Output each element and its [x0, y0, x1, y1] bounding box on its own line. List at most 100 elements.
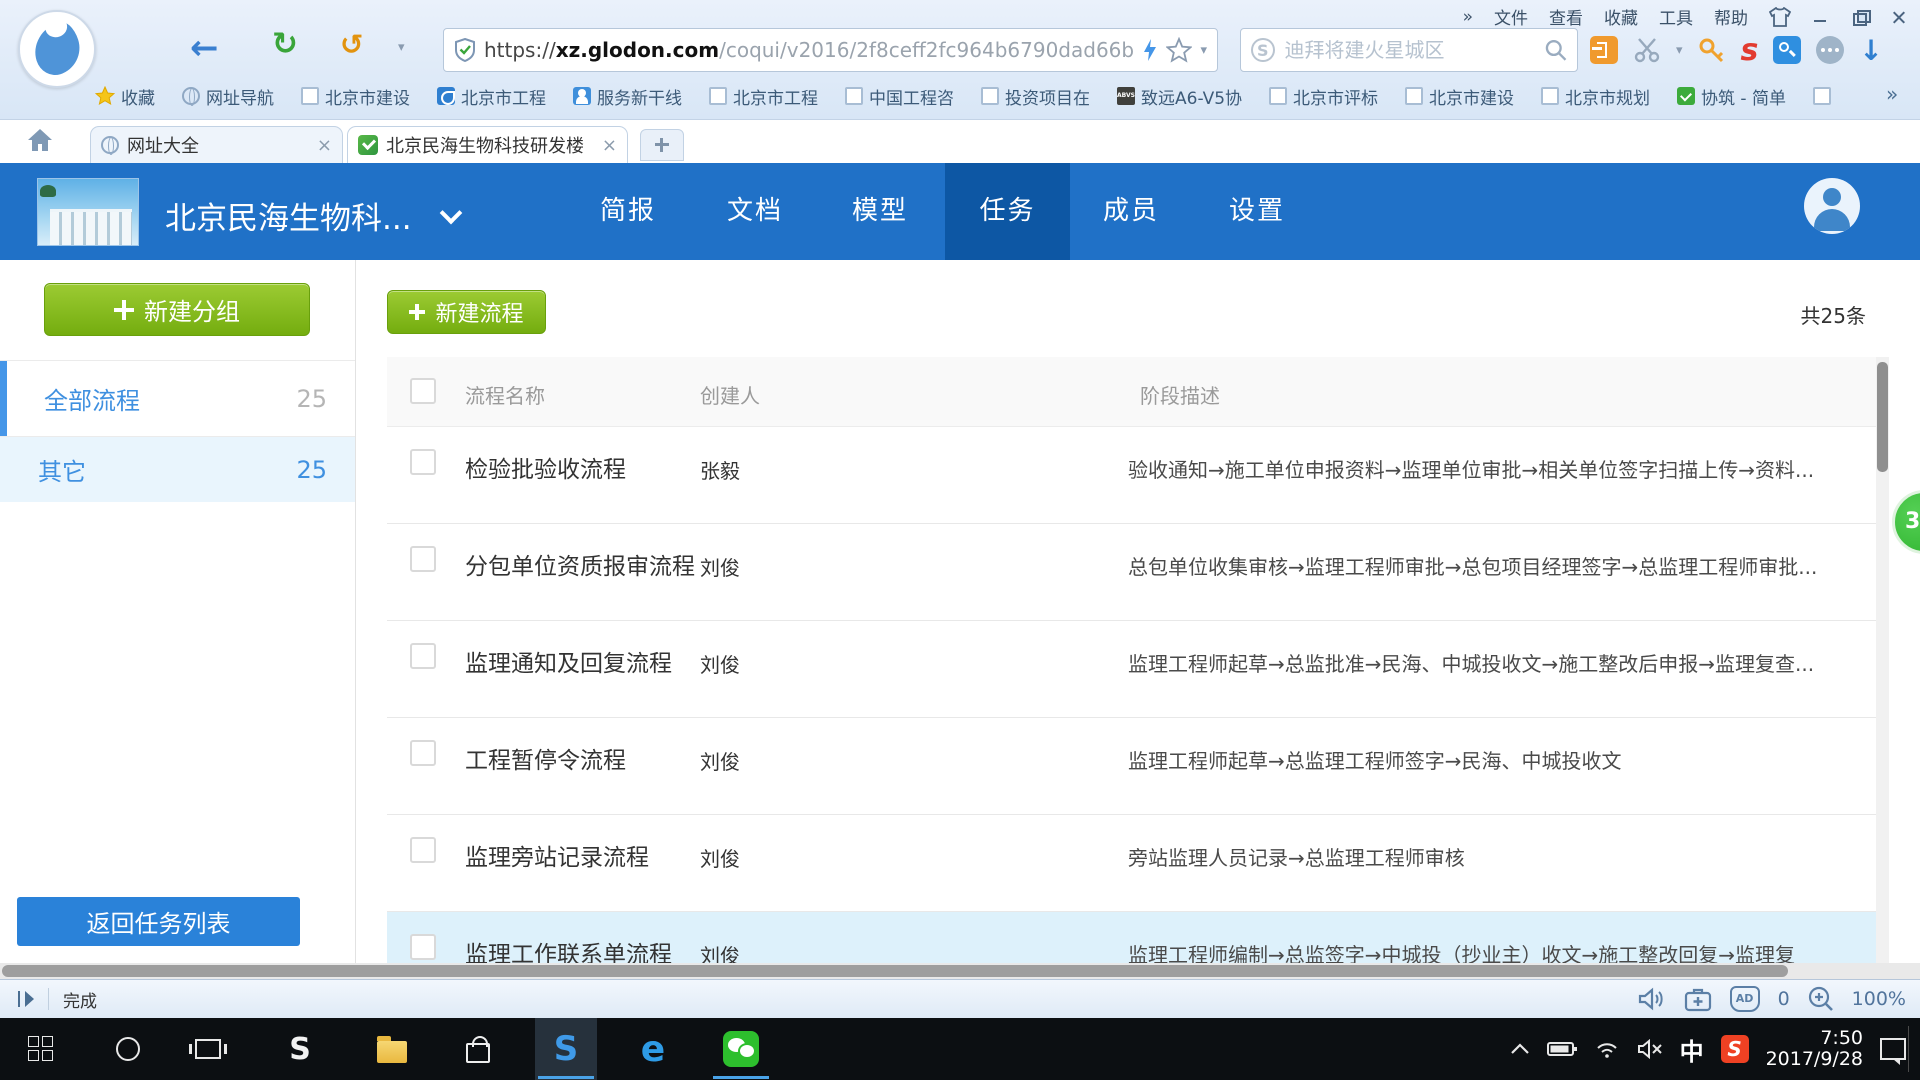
row-checkbox[interactable]	[410, 546, 436, 572]
menu-view[interactable]: 查看	[1549, 4, 1583, 29]
menu-help[interactable]: 帮助	[1714, 4, 1748, 29]
new-flow-button[interactable]: 新建流程	[387, 290, 546, 334]
flow-name[interactable]: 检验批验收流程	[465, 450, 626, 484]
undo-dropdown-icon[interactable]: ▾	[398, 40, 405, 55]
row-checkbox[interactable]	[410, 449, 436, 475]
more-tools-icon[interactable]	[1816, 36, 1844, 64]
table-row-highlighted[interactable]: 监理工作联系单流程 刘俊 监理工程师编制→总监签字→中城投（抄业主）收文→施工整…	[387, 912, 1886, 963]
search-input[interactable]	[1283, 37, 1536, 63]
sogou-browser-button[interactable]: S	[535, 1018, 597, 1080]
sidebar-toggle-icon[interactable]	[18, 991, 34, 1007]
flow-name[interactable]: 监理通知及回复流程	[465, 644, 672, 678]
nav-tasks[interactable]: 任务	[945, 163, 1070, 260]
row-checkbox[interactable]	[410, 740, 436, 766]
menu-file[interactable]: 文件	[1494, 4, 1528, 29]
ime-indicator[interactable]: 中	[1680, 1032, 1704, 1067]
back-to-tasks-button[interactable]: 返回任务列表	[17, 897, 300, 946]
flow-name[interactable]: 工程暂停令流程	[465, 741, 626, 775]
tray-expand-icon[interactable]	[1510, 1043, 1530, 1055]
row-checkbox[interactable]	[410, 643, 436, 669]
flow-name[interactable]: 监理旁站记录流程	[465, 838, 649, 872]
back-button[interactable]: ←	[190, 28, 219, 68]
close-button[interactable]	[1890, 10, 1908, 24]
bookmark-item[interactable]: 投资项目在	[981, 84, 1090, 109]
scissors-dropdown-icon[interactable]: ▾	[1676, 43, 1683, 58]
table-row[interactable]: 监理旁站记录流程 刘俊 旁站监理人员记录→总监理工程师审核	[387, 815, 1886, 912]
tab-close-icon[interactable]: ×	[317, 135, 332, 156]
nav-briefing[interactable]: 简报	[578, 163, 678, 260]
bookmark-item[interactable]: 北京市工程	[709, 84, 818, 109]
chevron-down-icon[interactable]	[443, 205, 461, 223]
bookmark-item[interactable]: 致远A6-V5协	[1117, 84, 1242, 109]
flow-name[interactable]: 分包单位资质报审流程	[465, 547, 695, 581]
bookmark-item[interactable]: 中国工程咨	[845, 84, 954, 109]
zoom-level[interactable]: 100%	[1852, 988, 1906, 1010]
favorite-star-icon[interactable]	[1166, 37, 1192, 63]
sidebar-item-other[interactable]: 其它 25	[0, 437, 355, 502]
scrollbar-thumb[interactable]	[1877, 362, 1888, 472]
zoom-icon[interactable]	[1808, 986, 1834, 1012]
speaker-icon[interactable]	[1638, 987, 1666, 1011]
notification-badge[interactable]: 37	[1892, 490, 1920, 554]
bookmark-item[interactable]: 北京市建设	[1405, 84, 1514, 109]
home-icon[interactable]	[26, 127, 54, 153]
new-group-button[interactable]: 新建分组	[44, 283, 310, 336]
bookmarks-overflow-icon[interactable]: »	[1886, 82, 1898, 106]
table-row[interactable]: 检验批验收流程 张毅 验收通知→施工单位申报资料→监理单位审批→相关单位签字扫描…	[387, 427, 1886, 524]
refresh-button[interactable]: ↻	[272, 26, 298, 62]
bookmark-favorites[interactable]: 收藏	[95, 84, 155, 109]
lightning-icon[interactable]	[1142, 38, 1158, 62]
new-tab-button[interactable]	[640, 129, 684, 161]
wechat-button[interactable]	[710, 1018, 772, 1080]
start-button[interactable]	[10, 1018, 72, 1080]
search-icon[interactable]	[1544, 38, 1567, 62]
table-row[interactable]: 分包单位资质报审流程 刘俊 总包单位收集审核→监理工程师审批→总包项目经理签字→…	[387, 524, 1886, 621]
menu-tools[interactable]: 工具	[1659, 4, 1693, 29]
bookmark-item[interactable]	[1813, 87, 1831, 105]
row-checkbox[interactable]	[410, 934, 436, 960]
nav-settings[interactable]: 设置	[1207, 163, 1307, 260]
search-box[interactable]: S	[1240, 28, 1578, 72]
flow-name[interactable]: 监理工作联系单流程	[465, 935, 672, 963]
bookmark-item[interactable]: 服务新干线	[573, 84, 682, 109]
wifi-icon[interactable]	[1594, 1039, 1620, 1059]
select-all-checkbox[interactable]	[410, 378, 436, 404]
table-row[interactable]: 监理通知及回复流程 刘俊 监理工程师起草→总监批准→民海、中城投收文→施工整改后…	[387, 621, 1886, 718]
cortana-button[interactable]	[97, 1018, 159, 1080]
minimize-button[interactable]	[1812, 10, 1830, 24]
bookmark-item[interactable]: 北京市工程	[437, 84, 546, 109]
repair-kit-icon[interactable]	[1684, 986, 1712, 1012]
sidebar-item-all-flows[interactable]: 全部流程 25	[0, 360, 355, 437]
bookmark-item[interactable]: 网址导航	[182, 84, 274, 109]
bookmark-item[interactable]: 北京市建设	[301, 84, 410, 109]
taskbar-clock[interactable]: 7:50 2017/9/28	[1766, 1028, 1863, 1070]
horizontal-scrollbar[interactable]	[0, 963, 1920, 979]
address-bar[interactable]: https://xz.glodon.com/coqui/v2016/2f8cef…	[443, 28, 1218, 72]
restore-button[interactable]	[1851, 10, 1869, 24]
row-checkbox[interactable]	[410, 837, 436, 863]
store-button[interactable]	[447, 1018, 509, 1080]
menu-favorites[interactable]: 收藏	[1604, 4, 1638, 29]
task-view-button[interactable]	[177, 1018, 239, 1080]
password-key-icon[interactable]	[1698, 36, 1726, 64]
download-icon[interactable]: ↓	[1859, 34, 1882, 67]
tab-site-nav[interactable]: 网址大全 ×	[90, 126, 343, 163]
screenshot-scissors-icon[interactable]	[1633, 36, 1661, 64]
vertical-scrollbar[interactable]	[1876, 357, 1889, 963]
scrollbar-thumb[interactable]	[2, 965, 1788, 977]
battery-icon[interactable]	[1547, 1041, 1577, 1057]
table-row[interactable]: 工程暂停令流程 刘俊 监理工程师起草→总监理工程师签字→民海、中城投收文	[387, 718, 1886, 815]
bookmark-item[interactable]: 北京市规划	[1541, 84, 1650, 109]
project-title[interactable]: 北京民海生物科...	[165, 193, 412, 238]
menu-more-icon[interactable]: »	[1463, 7, 1473, 27]
sogou-vip-icon[interactable]: s	[1741, 33, 1759, 68]
sogou-ime-button[interactable]: S	[269, 1018, 331, 1080]
bookmark-item[interactable]: 北京市评标	[1269, 84, 1378, 109]
address-dropdown-icon[interactable]: ▾	[1200, 43, 1207, 58]
undo-button[interactable]: ↺	[340, 28, 363, 61]
user-avatar[interactable]	[1804, 178, 1860, 234]
volume-muted-icon[interactable]	[1637, 1039, 1663, 1059]
edge-button[interactable]: e	[622, 1018, 684, 1080]
collect-icon[interactable]	[1590, 36, 1618, 64]
nav-documents[interactable]: 文档	[705, 163, 805, 260]
